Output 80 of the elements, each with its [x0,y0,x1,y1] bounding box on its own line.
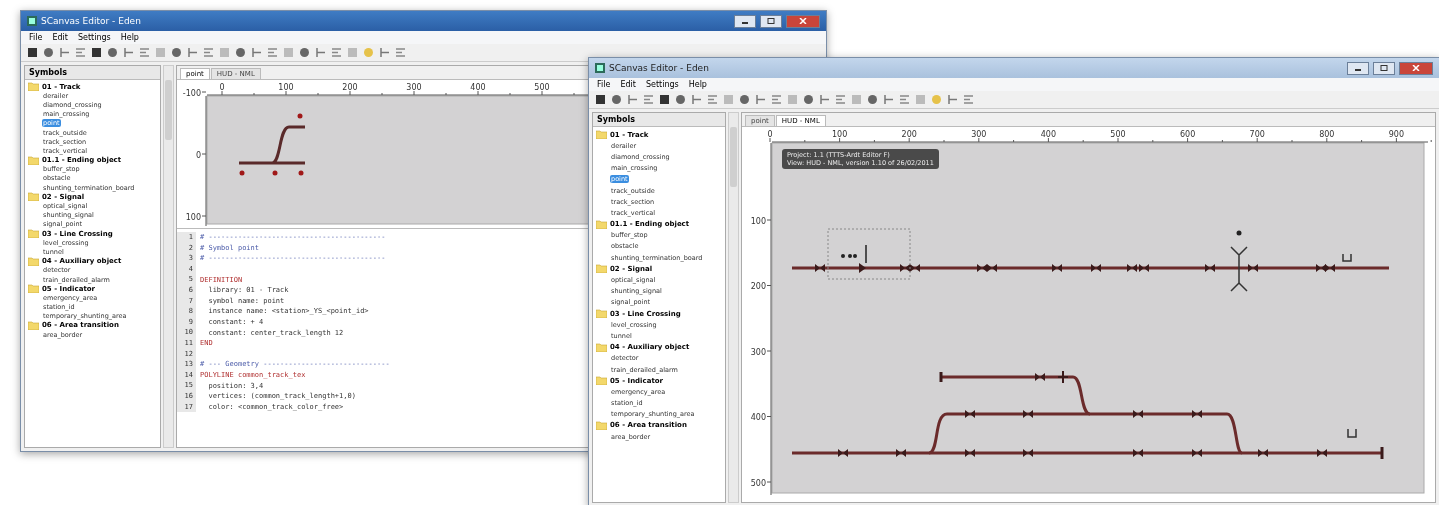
close-icon [1412,65,1420,71]
ruler-label: 400 [470,83,486,92]
menu-item[interactable]: File [597,80,611,89]
menu-item[interactable]: File [29,33,43,42]
folder-icon [596,130,607,140]
tool-icon[interactable] [43,47,54,58]
ruler-label: 400 [1040,130,1057,139]
maximize-button[interactable] [1373,61,1395,75]
app-icon [595,63,605,73]
close-button[interactable] [786,14,820,28]
folder-icon [28,229,39,239]
tool-icon[interactable] [91,47,102,58]
ruler-label: -100 [182,88,201,98]
window-title: SCanvas Editor - Eden [41,16,141,26]
scrollbar[interactable] [163,65,174,448]
folder-icon [596,219,607,229]
window-title: SCanvas Editor - Eden [609,63,709,73]
panel-header: Symbols [593,113,725,127]
close-button[interactable] [1399,61,1433,75]
ruler-label: 100 [831,130,848,139]
ruler-label: 900 [1388,130,1405,139]
folder-icon [596,376,607,386]
ruler-label: 200 [342,83,358,92]
ruler-label: 0 [767,130,773,139]
folder-icon [28,320,39,330]
tool-icon[interactable] [675,94,686,105]
tool-icon[interactable] [803,94,814,105]
folder-icon [596,420,607,430]
folder-icon [596,342,607,352]
ruler-label: 800 [1319,130,1335,139]
tool-icon[interactable] [867,94,878,105]
ruler-label: 300 [971,130,987,139]
tool-icon[interactable] [739,94,750,105]
ruler-label: 100 [185,212,201,222]
ruler-label: 100 [750,216,766,226]
ruler-label: 100 [278,83,294,92]
ruler-label: 300 [406,83,422,92]
maximize-icon [767,18,775,24]
track-layout-drawing[interactable] [792,228,1389,459]
tool-icon[interactable] [107,47,118,58]
tool-icon[interactable] [299,47,310,58]
app-icon [27,16,37,26]
tool-icon[interactable] [595,94,606,105]
minimize-button[interactable] [734,14,756,28]
folder-icon [28,155,39,165]
ruler-label: 200 [750,282,766,291]
maximize-button[interactable] [760,14,782,28]
point-symbol-drawing[interactable] [237,113,307,176]
menu-item[interactable]: Edit [52,33,68,42]
maximize-icon [1380,65,1388,71]
tool-icon[interactable] [171,47,182,58]
scrollbar[interactable] [728,112,739,503]
ruler-label: 500 [1110,130,1126,139]
folder-icon [596,309,607,319]
folder-icon [28,284,39,294]
ruler-label: 600 [1179,130,1196,139]
ruler-label: 500 [750,478,766,488]
ruler-label: 200 [901,130,917,139]
menu-item[interactable]: Settings [77,33,111,42]
menu-item[interactable]: Help [120,33,139,42]
panel-header: Symbols [25,66,160,80]
tool-icon[interactable] [659,94,670,105]
folder-icon [28,82,39,92]
ruler-label: 0 [195,150,201,160]
tool-icon[interactable] [27,47,38,58]
ruler-label: 0 [219,83,225,92]
ruler-label: 500 [534,83,550,92]
ruler-label: 700 [1249,130,1265,139]
ruler-label: 400 [750,413,766,422]
tool-icon[interactable] [611,94,622,105]
folder-icon [28,256,39,266]
tool-icon[interactable] [235,47,246,58]
menu-item[interactable]: Help [688,80,707,89]
close-icon [799,18,807,24]
ruler-label: 300 [750,347,766,357]
menu-item[interactable]: Edit [620,80,636,89]
folder-icon [596,264,607,274]
minimize-button[interactable] [1347,61,1369,75]
menu-item[interactable]: Settings [645,80,679,89]
folder-icon [28,192,39,202]
